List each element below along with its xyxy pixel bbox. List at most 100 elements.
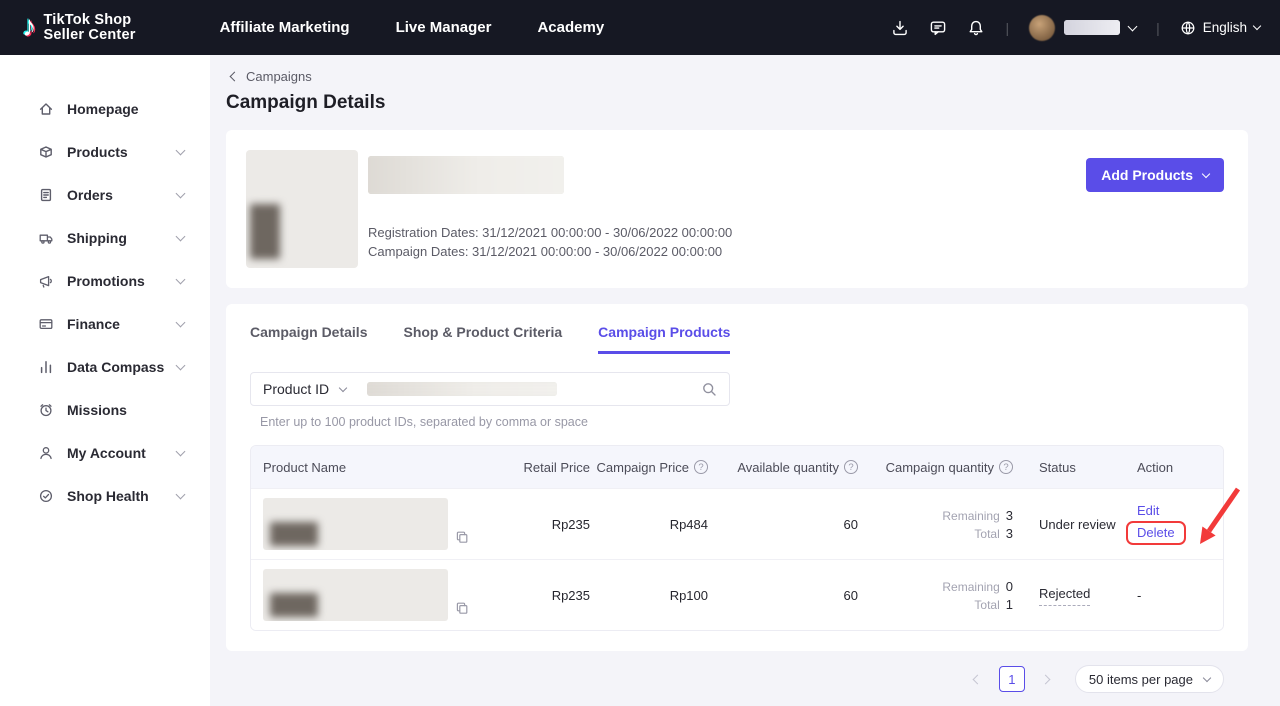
sidebar-item-label: Promotions [67, 273, 145, 289]
nav-affiliate-marketing[interactable]: Affiliate Marketing [220, 19, 350, 36]
sidebar-item-label: Finance [67, 316, 120, 332]
download-icon[interactable] [891, 19, 909, 37]
sidebar: Homepage Products Orders Shipping Promot… [0, 55, 210, 706]
col-header-status: Status [1013, 460, 1119, 475]
sidebar-item-homepage[interactable]: Homepage [0, 87, 210, 130]
prev-page-button[interactable] [965, 666, 991, 692]
help-icon[interactable]: ? [999, 460, 1013, 474]
chevron-down-icon [176, 446, 186, 456]
sidebar-item-label: My Account [67, 445, 146, 461]
chevron-down-icon [176, 317, 186, 327]
chevron-down-icon [339, 383, 347, 391]
chevron-down-icon [1202, 169, 1210, 177]
chevron-down-icon [176, 489, 186, 499]
registration-dates: Registration Dates: 31/12/2021 00:00:00 … [368, 223, 732, 242]
product-search-bar[interactable]: Product ID [250, 372, 730, 406]
chevron-down-icon [176, 231, 186, 241]
chevron-down-icon [1253, 22, 1261, 30]
chevron-down-icon [176, 188, 186, 198]
chevron-left-icon [973, 674, 983, 684]
account-menu[interactable] [1029, 15, 1136, 41]
breadcrumb-campaigns[interactable]: Campaigns [226, 69, 312, 84]
col-header-campaign-price: Campaign Price ? [590, 460, 708, 475]
topnav-links: Affiliate Marketing Live Manager Academy [220, 19, 605, 36]
campaign-image-redacted [246, 150, 358, 268]
help-icon[interactable]: ? [844, 460, 858, 474]
total-label: Total [974, 598, 999, 612]
tiktok-shop-logo[interactable]: ♪ TikTok Shop Seller Center [22, 13, 136, 43]
search-hint: Enter up to 100 product IDs, separated b… [250, 415, 1224, 429]
remaining-label: Remaining [942, 580, 999, 594]
page-size-select[interactable]: 50 items per page [1075, 665, 1224, 693]
campaign-quantity-cell: Remaining0 Total1 [858, 579, 1013, 612]
delete-link[interactable]: Delete [1137, 525, 1175, 540]
nav-academy[interactable]: Academy [537, 19, 604, 36]
sidebar-item-orders[interactable]: Orders [0, 173, 210, 216]
sidebar-item-data-compass[interactable]: Data Compass [0, 345, 210, 388]
col-header-action: Action [1119, 460, 1223, 475]
tab-shop-product-criteria[interactable]: Shop & Product Criteria [403, 324, 562, 354]
help-icon[interactable]: ? [694, 460, 708, 474]
truck-icon [38, 230, 54, 246]
no-action-placeholder: - [1137, 588, 1141, 603]
sidebar-item-label: Shop Health [67, 488, 149, 504]
sidebar-item-label: Homepage [67, 101, 139, 117]
search-input-redacted[interactable] [367, 382, 557, 396]
annotation-highlight-box: Delete [1126, 521, 1186, 545]
search-filter-label: Product ID [263, 381, 329, 397]
chevron-down-icon [176, 145, 186, 155]
remaining-label: Remaining [942, 509, 999, 523]
search-icon[interactable] [701, 381, 717, 397]
available-quantity: 60 [708, 588, 858, 603]
copy-icon[interactable] [455, 601, 469, 615]
edit-link[interactable]: Edit [1137, 503, 1159, 518]
tab-campaign-details[interactable]: Campaign Details [250, 324, 367, 354]
sidebar-item-label: Orders [67, 187, 113, 203]
tab-campaign-products[interactable]: Campaign Products [598, 324, 730, 354]
total-value: 3 [1006, 526, 1013, 541]
col-header-retail-price: Retail Price [500, 460, 590, 475]
sidebar-item-shop-health[interactable]: Shop Health [0, 474, 210, 517]
campaign-price: Rp484 [590, 517, 708, 532]
col-header-product-name: Product Name [251, 460, 500, 475]
language-selector[interactable]: English [1180, 20, 1260, 36]
status-rejected: Rejected [1039, 584, 1090, 606]
search-filter-select[interactable]: Product ID [263, 381, 367, 397]
campaign-dates: Campaign Dates: 31/12/2021 00:00:00 - 30… [368, 242, 732, 261]
sidebar-item-label: Missions [67, 402, 127, 418]
messages-icon[interactable] [929, 19, 947, 37]
logo-line-2: Seller Center [44, 28, 136, 43]
next-page-button[interactable] [1033, 666, 1059, 692]
campaign-price: Rp100 [590, 588, 708, 603]
nav-live-manager[interactable]: Live Manager [396, 19, 492, 36]
language-label: English [1203, 20, 1247, 35]
campaign-summary-card: Registration Dates: 31/12/2021 00:00:00 … [226, 130, 1248, 288]
sidebar-item-finance[interactable]: Finance [0, 302, 210, 345]
chevron-down-icon [176, 274, 186, 284]
sidebar-item-promotions[interactable]: Promotions [0, 259, 210, 302]
chevron-left-icon [230, 72, 240, 82]
chevron-down-icon [176, 360, 186, 370]
campaign-info: Registration Dates: 31/12/2021 00:00:00 … [368, 150, 732, 268]
sidebar-item-my-account[interactable]: My Account [0, 431, 210, 474]
campaign-products-card: Campaign Details Shop & Product Criteria… [226, 304, 1248, 651]
logo-line-1: TikTok Shop [44, 13, 136, 28]
product-name-cell [251, 569, 500, 621]
sidebar-item-label: Data Compass [67, 359, 164, 375]
sidebar-item-products[interactable]: Products [0, 130, 210, 173]
bar-chart-icon [38, 359, 54, 375]
divider: | [1005, 20, 1009, 36]
sidebar-item-missions[interactable]: Missions [0, 388, 210, 431]
person-icon [38, 445, 54, 461]
add-products-button[interactable]: Add Products [1086, 158, 1224, 192]
products-table: Product Name Retail Price Campaign Price… [250, 445, 1224, 631]
notifications-bell-icon[interactable] [967, 19, 985, 37]
page-1-button[interactable]: 1 [999, 666, 1025, 692]
action-cell: - [1119, 588, 1223, 603]
chevron-down-icon [1203, 673, 1211, 681]
page-size-label: 50 items per page [1089, 672, 1193, 687]
copy-icon[interactable] [455, 530, 469, 544]
pagination: 1 50 items per page [226, 665, 1248, 693]
retail-price: Rp235 [500, 517, 590, 532]
sidebar-item-shipping[interactable]: Shipping [0, 216, 210, 259]
